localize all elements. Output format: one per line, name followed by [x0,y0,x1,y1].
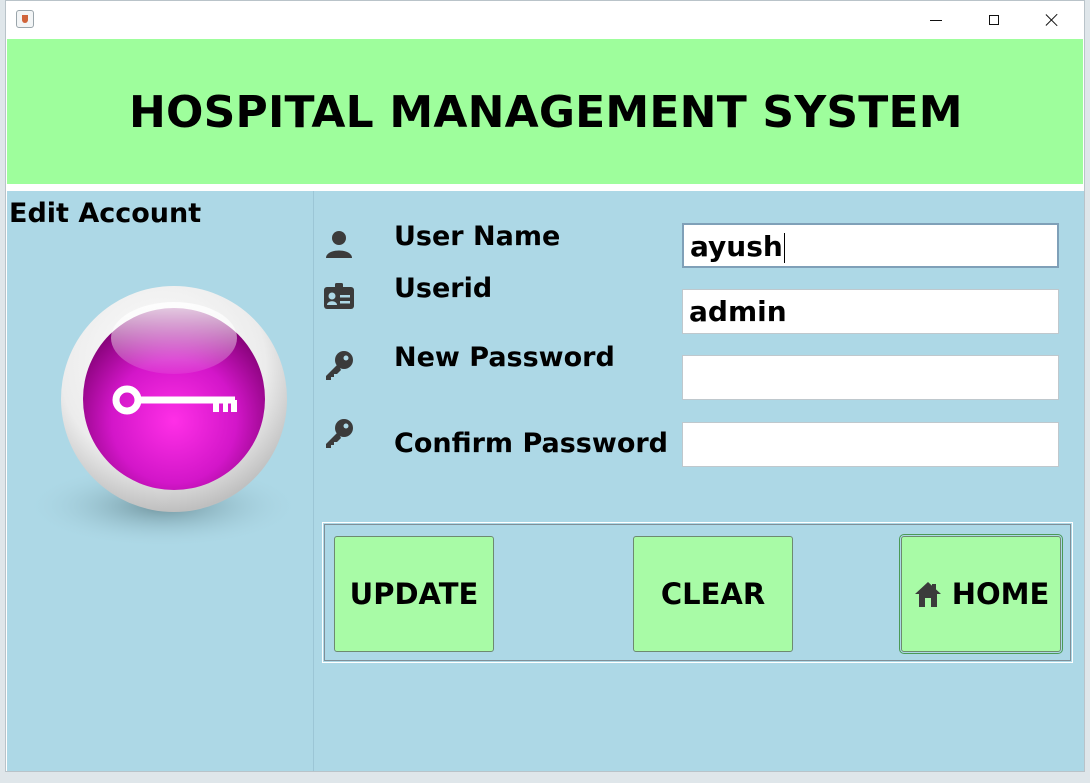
text-caret [783,233,785,263]
id-card-icon [324,283,354,309]
close-icon [1045,13,1059,27]
maximize-icon [989,15,999,25]
title-bar[interactable] [6,1,1084,39]
userid-label: Userid [394,273,493,304]
confirm-password-label: Confirm Password [394,428,669,459]
minimize-button[interactable] [907,1,965,39]
user-name-field[interactable]: ayush [682,223,1059,268]
java-cup-icon [16,10,34,28]
userid-field[interactable]: admin [682,289,1059,334]
new-password-label: New Password [394,342,615,373]
update-button[interactable]: UPDATE [334,536,494,652]
new-password-field[interactable] [682,355,1059,400]
user-icon [326,231,352,258]
minimize-icon [930,19,942,21]
home-icon [914,582,941,607]
header-banner: HOSPITAL MANAGEMENT SYSTEM [7,39,1083,184]
home-button[interactable]: HOME [899,534,1063,654]
maximize-button[interactable] [965,1,1023,39]
key-orb-icon [25,286,301,548]
key-icon [326,351,353,380]
page-title: HOSPITAL MANAGEMENT SYSTEM [129,87,963,138]
clear-button[interactable]: CLEAR [633,536,793,652]
button-bar: UPDATE CLEAR HOME [322,522,1073,663]
sidebar-panel: Edit Account [7,191,314,771]
application-window: HOSPITAL MANAGEMENT SYSTEM Edit Account [5,0,1085,772]
form-panel: User Name ayush Userid admin New Passwor… [314,191,1084,771]
close-button[interactable] [1023,1,1081,39]
confirm-password-field[interactable] [682,422,1059,467]
key-icon [326,419,353,448]
user-name-label: User Name [394,221,561,252]
sidebar-title: Edit Account [9,198,202,229]
home-button-label: HOME [951,577,1050,611]
